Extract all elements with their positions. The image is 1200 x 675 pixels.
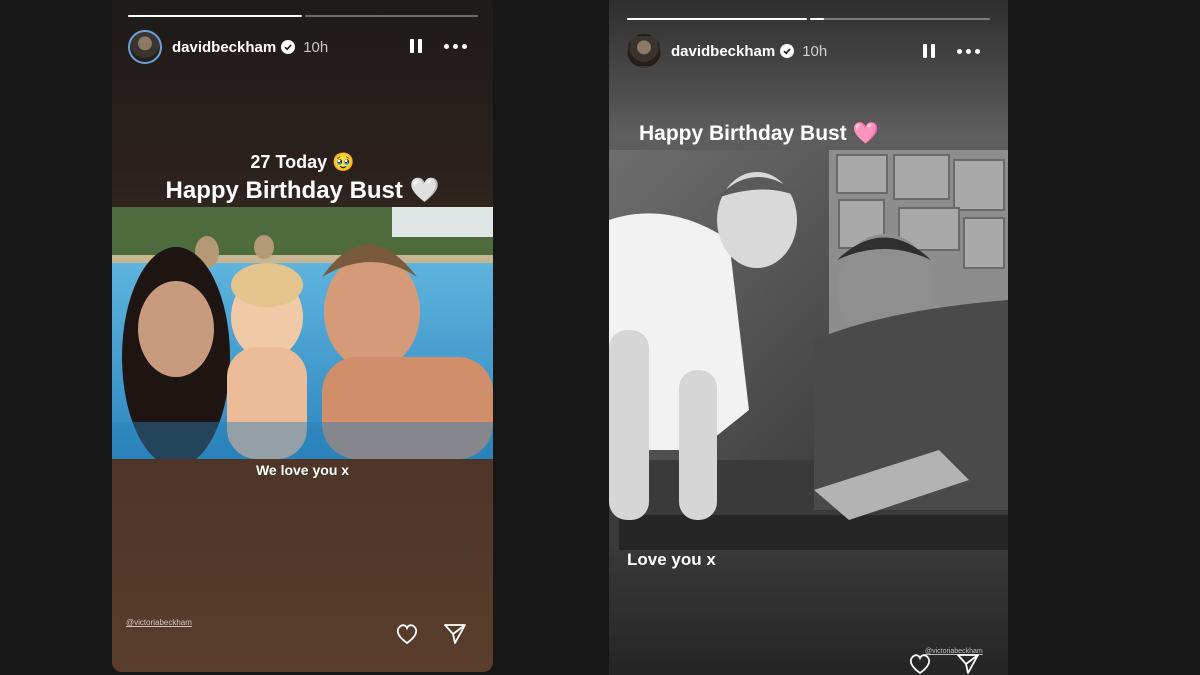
story-header: davidbeckham 10h: [128, 30, 328, 64]
avatar[interactable]: [128, 30, 162, 64]
progress-segment-2: [810, 18, 990, 20]
story-actions: [908, 653, 980, 675]
story-header: davidbeckham 10h: [627, 34, 827, 68]
story-title: Happy Birthday Bust 🩷: [639, 122, 879, 145]
username[interactable]: davidbeckham: [671, 43, 775, 60]
story-photo: [112, 207, 493, 459]
bottom-caption: Love you x: [627, 550, 716, 569]
more-icon[interactable]: [957, 48, 980, 54]
story-photo: [609, 150, 1008, 550]
heart-icon[interactable]: [395, 623, 419, 645]
story-progress-bar: [627, 18, 990, 20]
story-text-line1: 27 Today 🥹: [250, 152, 355, 172]
story-actions: [395, 623, 467, 645]
progress-segment-2: [304, 15, 478, 17]
pause-icon[interactable]: [923, 44, 935, 58]
send-icon[interactable]: [443, 623, 467, 645]
more-icon[interactable]: [444, 43, 467, 49]
story-right[interactable]: davidbeckham 10h Happy Birthday Bust 🩷 L…: [609, 0, 1008, 675]
pause-icon[interactable]: [410, 39, 422, 53]
story-controls: [410, 39, 467, 53]
username[interactable]: davidbeckham: [172, 39, 276, 56]
story-text-line2: Happy Birthday Bust 🤍: [165, 177, 440, 204]
heart-icon[interactable]: [908, 653, 932, 675]
avatar[interactable]: [627, 34, 661, 68]
verified-badge-icon: [281, 40, 296, 54]
post-time: 10h: [802, 42, 828, 60]
pink-heart-emoji: 🩷: [852, 122, 879, 145]
mention-tag[interactable]: @victoriabeckham: [126, 618, 192, 627]
progress-segment-1: [128, 15, 302, 17]
story-left[interactable]: davidbeckham 10h 27 Today 🥹 Happy Birthd…: [112, 0, 493, 672]
story-controls: [923, 44, 980, 58]
post-time: 10h: [303, 38, 329, 56]
send-icon[interactable]: [956, 653, 980, 675]
pleading-emoji: 🥹: [332, 152, 355, 172]
white-heart-emoji: 🤍: [409, 177, 440, 204]
bottom-caption: We love you x: [255, 462, 350, 478]
verified-badge-icon: [780, 44, 795, 58]
progress-segment-1: [627, 18, 807, 20]
story-progress-bar: [128, 15, 478, 17]
